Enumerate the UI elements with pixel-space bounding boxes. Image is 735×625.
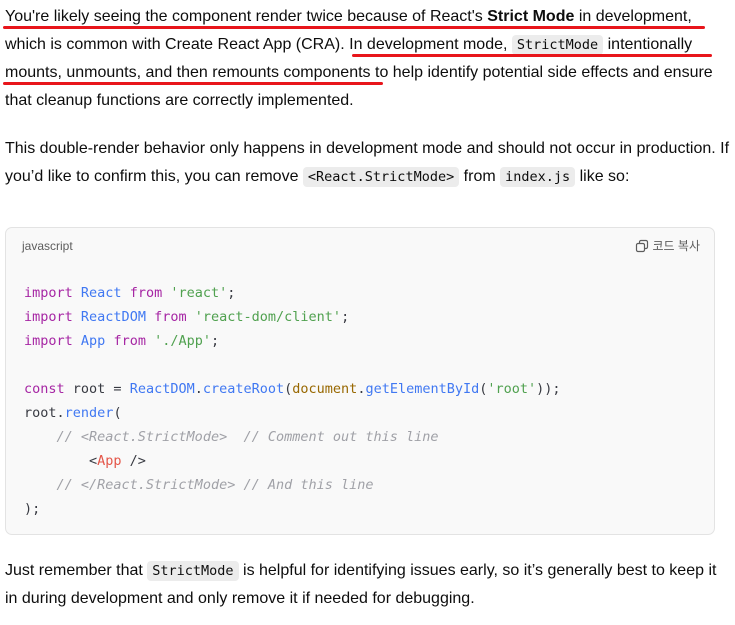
copy-label: 코드 복사: [652, 239, 701, 253]
inline-code-react-strictmode: <React.StrictMode>: [302, 167, 460, 187]
inline-code-strictmode: StrictMode: [147, 561, 239, 581]
copy-icon: [635, 239, 648, 252]
code-language-label: javascript: [22, 239, 73, 253]
inline-code-strictmode: StrictMode: [511, 35, 604, 55]
text-span: Just remember that: [5, 562, 148, 579]
code-content: import React from 'react'; import ReactD…: [24, 285, 561, 517]
text-span: from: [459, 168, 501, 185]
paragraph-strict-mode-explanation: You're likely seeing the component rende…: [5, 3, 730, 115]
text-span: You're likely seeing the component rende…: [5, 8, 488, 25]
copy-code-button[interactable]: 코드 복사: [635, 237, 701, 254]
red-underline-annotation-2: [352, 54, 712, 57]
red-underline-annotation-3: [3, 82, 383, 85]
paragraph-remember: Just remember that StrictMode is helpful…: [5, 557, 730, 613]
text-span: In development mode,: [349, 36, 512, 53]
text-span: like so:: [575, 168, 630, 185]
inline-code-indexjs: index.js: [500, 167, 576, 187]
bold-strict-mode: Strict Mode: [487, 8, 575, 25]
code-block: javascript 코드 복사 import React from 'reac…: [5, 227, 715, 535]
red-underline-annotation-1: [3, 26, 705, 29]
paragraph-double-render: This double-render behavior only happens…: [5, 135, 730, 191]
